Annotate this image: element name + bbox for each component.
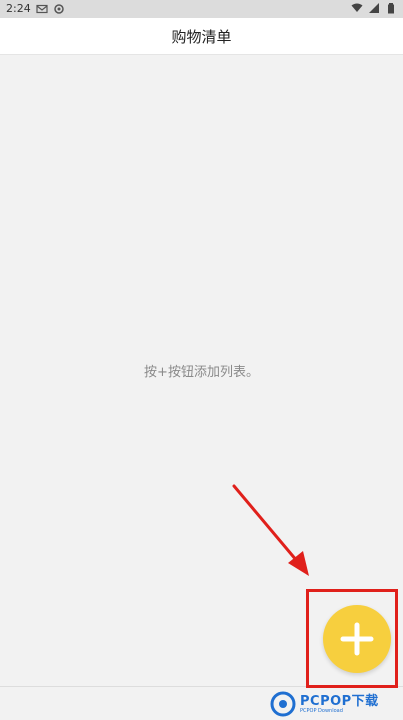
list-area: 按+按钮添加列表。 [0,55,403,685]
signal-icon [369,3,379,13]
watermark: PCPOP下载 PCPOP Download [270,688,403,720]
app-bar: 购物清单 [0,18,403,55]
empty-hint: 按+按钮添加列表。 [144,365,259,380]
status-right [351,2,397,14]
status-bar: 2:24 [0,0,403,18]
status-left: 2:24 [6,2,65,15]
gmail-icon [36,4,48,13]
watermark-sub: PCPOP Download [300,707,343,714]
wifi-icon [351,3,363,12]
plus-icon [340,622,374,656]
watermark-text: PCPOP下载 PCPOP Download [300,695,379,714]
watermark-brand: PCPOP下载 [300,693,379,709]
page-title: 购物清单 [171,27,232,46]
battery-icon [388,3,394,14]
bottom-divider [0,686,403,687]
settings-icon [53,3,64,14]
add-list-button[interactable] [323,605,391,673]
status-time: 2:24 [6,2,31,15]
pcpop-logo-icon [270,691,296,717]
